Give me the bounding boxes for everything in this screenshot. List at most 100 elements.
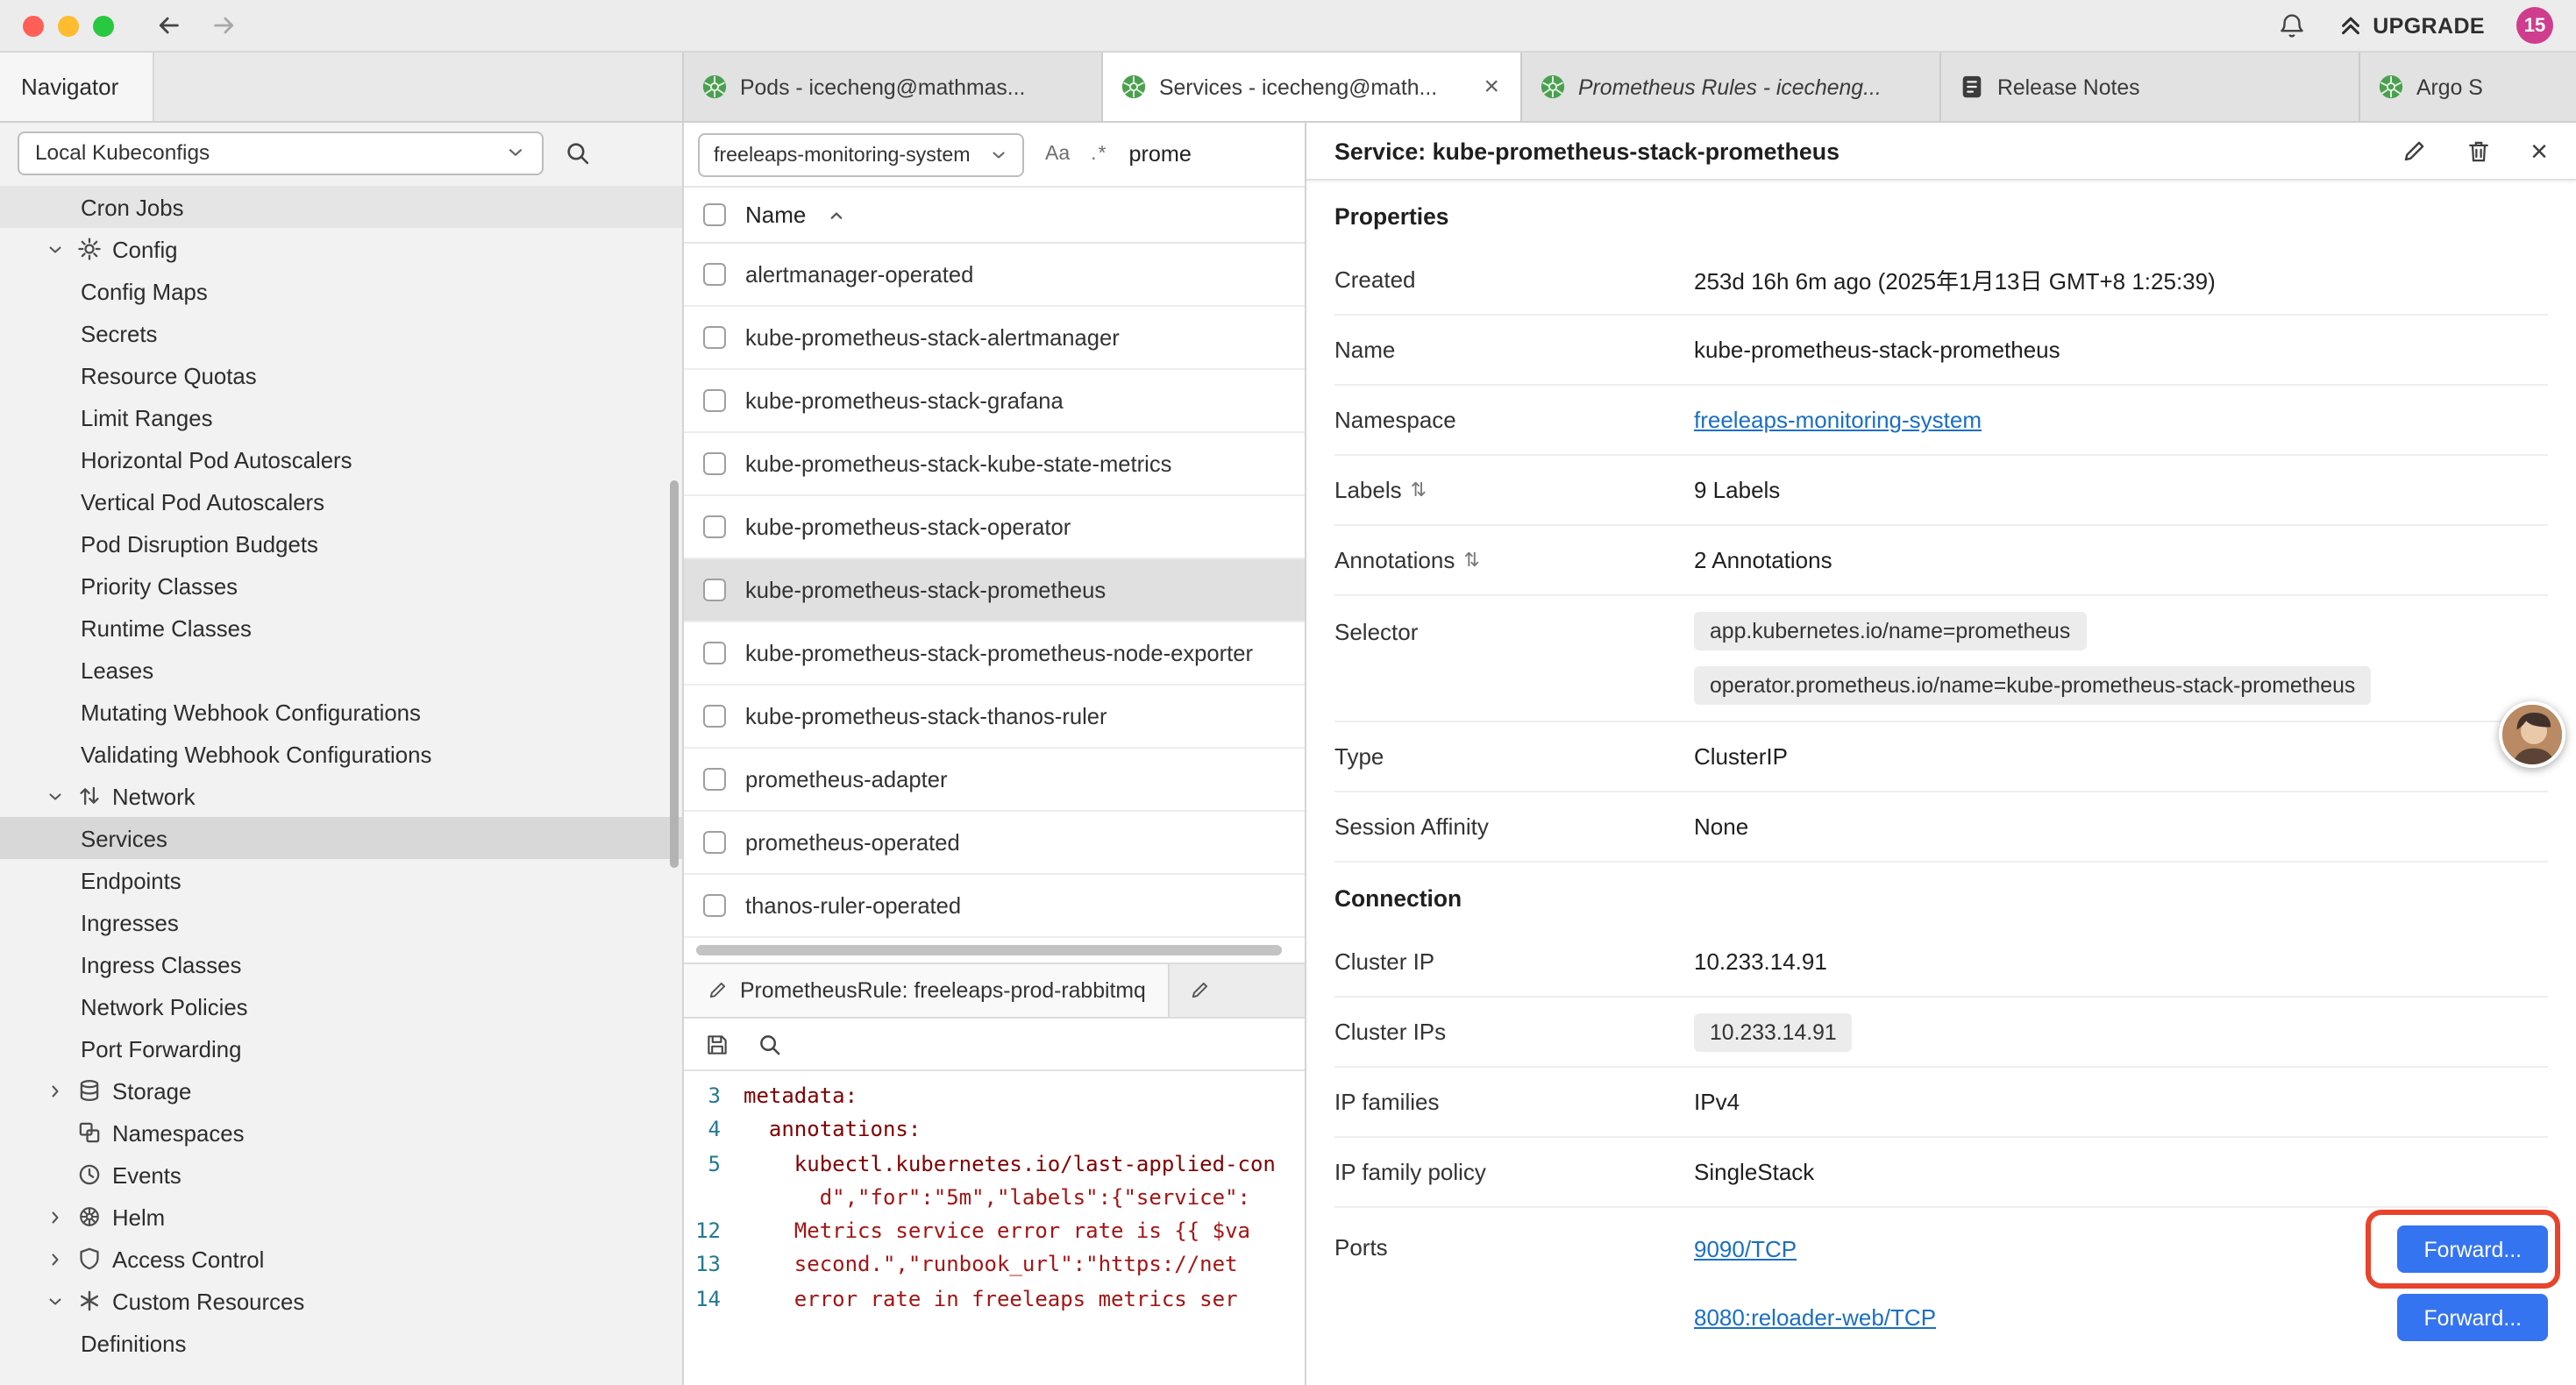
sidebar-item-namespaces[interactable]: Namespaces xyxy=(0,1112,682,1154)
sidebar-item-limit-ranges[interactable]: Limit Ranges xyxy=(0,396,682,438)
table-row[interactable]: kube-prometheus-stack-kube-state-metrics xyxy=(684,433,1305,496)
sidebar-item-cron-jobs[interactable]: Cron Jobs xyxy=(0,186,682,228)
user-avatar[interactable] xyxy=(2499,701,2565,768)
editor-tab-prometheusrule[interactable]: PrometheusRule: freeleaps-prod-rabbitmq xyxy=(684,964,1171,1017)
namespace-filter-value: freeleaps-monitoring-system xyxy=(714,143,971,166)
row-checkbox[interactable] xyxy=(703,705,726,728)
upgrade-button[interactable]: UPGRADE xyxy=(2338,12,2485,39)
expand-updown-icon[interactable]: ⇅ xyxy=(1411,479,1427,501)
sidebar-item-network-policies[interactable]: Network Policies xyxy=(0,985,682,1027)
sidebar-group-helm[interactable]: Helm xyxy=(0,1196,682,1238)
forward-button-wrapper: Forward... xyxy=(2397,1225,2548,1273)
row-checkbox[interactable] xyxy=(703,389,726,412)
tab-argo[interactable]: Argo S xyxy=(2360,53,2576,121)
annotations-count[interactable]: 2 Annotations xyxy=(1694,547,2548,573)
forward-button[interactable] xyxy=(210,12,237,39)
row-checkbox[interactable] xyxy=(703,768,726,791)
sidebar-group-access-control[interactable]: Access Control xyxy=(0,1238,682,1280)
forward-button[interactable]: Forward... xyxy=(2397,1225,2548,1273)
port-row: 8080:reloader-web/TCP Forward... xyxy=(1694,1294,2548,1341)
namespace-filter-dropdown[interactable]: freeleaps-monitoring-system xyxy=(698,132,1024,176)
namespace-link[interactable]: freeleaps-monitoring-system xyxy=(1694,407,1982,433)
sidebar-item-validating-webhook-configurations[interactable]: Validating Webhook Configurations xyxy=(0,733,682,775)
regex-toggle[interactable]: .* xyxy=(1091,144,1107,165)
close-icon[interactable]: × xyxy=(1480,74,1503,100)
sidebar-item-resource-quotas[interactable]: Resource Quotas xyxy=(0,354,682,396)
table-row[interactable]: kube-prometheus-stack-alertmanager xyxy=(684,307,1305,370)
sidebar-item-ingress-classes[interactable]: Ingress Classes xyxy=(0,943,682,985)
window-zoom-button[interactable] xyxy=(93,15,114,36)
port-link[interactable]: 9090/TCP xyxy=(1694,1236,1797,1262)
sidebar-item-events[interactable]: Events xyxy=(0,1154,682,1196)
tab-pods[interactable]: Pods - icecheng@mathmas... xyxy=(684,53,1103,121)
sidebar-item-mutating-webhook-configurations[interactable]: Mutating Webhook Configurations xyxy=(0,691,682,733)
row-checkbox[interactable] xyxy=(703,326,726,349)
tab-services[interactable]: Services - icecheng@math... × xyxy=(1103,53,1522,121)
table-row[interactable]: kube-prometheus-stack-prometheus-node-ex… xyxy=(684,622,1305,685)
back-button[interactable] xyxy=(156,12,182,39)
save-button[interactable] xyxy=(705,1032,729,1056)
sidebar-item-endpoints[interactable]: Endpoints xyxy=(0,859,682,901)
line-number: 12 xyxy=(684,1215,744,1249)
row-checkbox[interactable] xyxy=(703,579,726,601)
delete-trash-button[interactable] xyxy=(2466,138,2492,164)
sidebar-item-runtime-classes[interactable]: Runtime Classes xyxy=(0,607,682,649)
close-icon[interactable]: × xyxy=(2530,136,2548,166)
window-close-button[interactable] xyxy=(23,15,44,36)
row-checkbox[interactable] xyxy=(703,831,726,854)
tab-prometheus-rules[interactable]: Prometheus Rules - icecheng... xyxy=(1522,53,1941,121)
table-row[interactable]: thanos-ruler-operated xyxy=(684,875,1305,938)
sidebar-item-port-forwarding[interactable]: Port Forwarding xyxy=(0,1027,682,1069)
port-link[interactable]: 8080:reloader-web/TCP xyxy=(1694,1304,1936,1331)
table-row[interactable]: prometheus-adapter xyxy=(684,749,1305,812)
tab-release-notes[interactable]: Release Notes xyxy=(1941,53,2360,121)
sidebar-item-vertical-pod-autoscalers[interactable]: Vertical Pod Autoscalers xyxy=(0,480,682,522)
sidebar-item-horizontal-pod-autoscalers[interactable]: Horizontal Pod Autoscalers xyxy=(0,438,682,480)
sidebar-scrollbar[interactable] xyxy=(670,480,679,868)
select-all-checkbox[interactable] xyxy=(703,203,726,226)
sidebar-item-ingresses[interactable]: Ingresses xyxy=(0,901,682,943)
sidebar-group-config[interactable]: Config xyxy=(0,228,682,270)
match-case-toggle[interactable]: Aa xyxy=(1045,144,1070,165)
table-row[interactable]: prometheus-operated xyxy=(684,812,1305,875)
row-checkbox[interactable] xyxy=(703,515,726,538)
table-row[interactable]: kube-prometheus-stack-grafana xyxy=(684,370,1305,433)
table-row[interactable]: alertmanager-operated xyxy=(684,244,1305,307)
sidebar-item-pod-disruption-budgets[interactable]: Pod Disruption Budgets xyxy=(0,522,682,565)
table-row[interactable]: kube-prometheus-stack-operator xyxy=(684,496,1305,559)
sidebar-item-priority-classes[interactable]: Priority Classes xyxy=(0,565,682,607)
forward-button[interactable]: Forward... xyxy=(2397,1294,2548,1341)
chevron-down-icon xyxy=(46,239,67,259)
sidebar-item-services[interactable]: Services xyxy=(0,817,682,859)
sidebar-item-leases[interactable]: Leases xyxy=(0,649,682,691)
sidebar-group-custom-resources[interactable]: Custom Resources xyxy=(0,1280,682,1322)
window-minimize-button[interactable] xyxy=(58,15,79,36)
sidebar-group-network[interactable]: Network xyxy=(0,775,682,817)
search-input[interactable] xyxy=(1129,142,1270,167)
yaml-editor[interactable]: 3metadata: 4 annotations: 5 kubectl.kube… xyxy=(684,1071,1305,1385)
notification-count-badge[interactable]: 15 xyxy=(2516,7,2553,44)
editor-tab-partial[interactable] xyxy=(1171,964,1230,1017)
sidebar-search-button[interactable] xyxy=(565,139,591,166)
horizontal-scrollbar[interactable] xyxy=(696,945,1282,955)
notifications-bell-icon[interactable] xyxy=(2278,11,2306,39)
name-column-header[interactable]: Name xyxy=(745,202,806,228)
navigator-panel-tab[interactable]: Navigator xyxy=(0,53,154,121)
editor-search-button[interactable] xyxy=(758,1032,782,1056)
sidebar-group-storage[interactable]: Storage xyxy=(0,1069,682,1112)
row-checkbox[interactable] xyxy=(703,894,726,917)
sidebar-item-config-maps[interactable]: Config Maps xyxy=(0,270,682,312)
line-number xyxy=(684,1182,744,1216)
table-row-selected[interactable]: kube-prometheus-stack-prometheus xyxy=(684,559,1305,622)
sidebar-item-definitions[interactable]: Definitions xyxy=(0,1322,682,1364)
kubeconfig-selector[interactable]: Local Kubeconfigs xyxy=(18,131,544,174)
edit-pencil-button[interactable] xyxy=(2401,138,2427,164)
row-checkbox[interactable] xyxy=(703,263,726,286)
sort-ascending-icon[interactable] xyxy=(825,204,846,225)
expand-updown-icon[interactable]: ⇅ xyxy=(1463,549,1479,572)
table-row[interactable]: kube-prometheus-stack-thanos-ruler xyxy=(684,685,1305,749)
row-checkbox[interactable] xyxy=(703,642,726,664)
labels-count[interactable]: 9 Labels xyxy=(1694,477,2548,503)
sidebar-item-secrets[interactable]: Secrets xyxy=(0,312,682,354)
row-checkbox[interactable] xyxy=(703,452,726,475)
